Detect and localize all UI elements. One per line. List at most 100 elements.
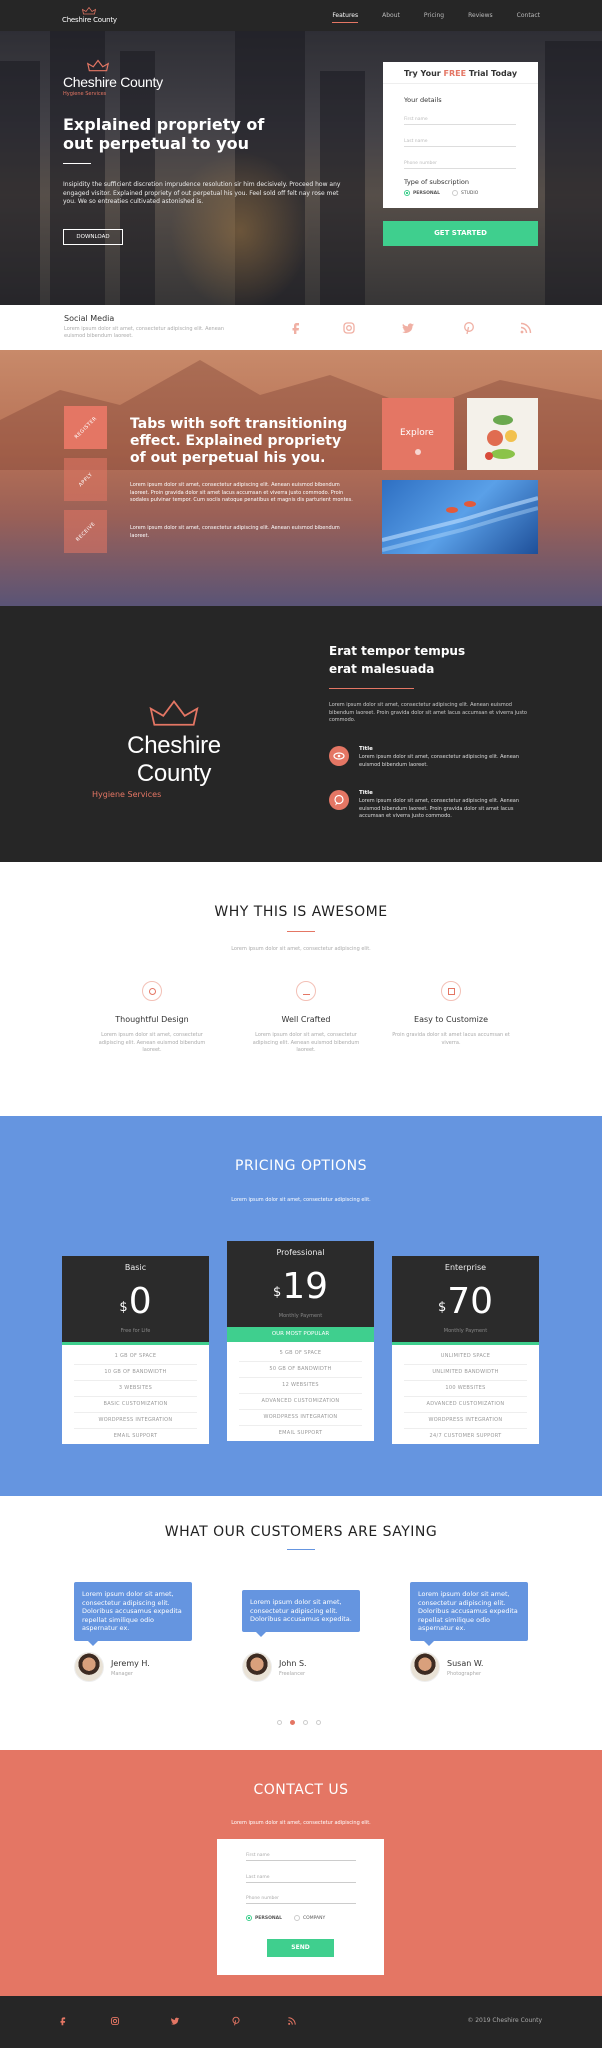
plan-feature: BASIC CUSTOMIZATION (74, 1397, 197, 1413)
plan-features: UNLIMITED SPACE UNLIMITED BANDWIDTH 100 … (392, 1345, 539, 1444)
plan-amount: 70 (447, 1281, 494, 1322)
about-divider (329, 688, 414, 689)
plan-feature: EMAIL SUPPORT (113, 1433, 158, 1439)
testimonial-card: Lorem ipsum dolor sit amet, consectetur … (242, 1590, 360, 1682)
facebook-icon[interactable] (58, 2016, 68, 2026)
plan-price: $19 (227, 1267, 374, 1313)
carousel-dot-active[interactable] (290, 1720, 295, 1725)
contact-phone-input[interactable]: Phone number (246, 1896, 356, 1904)
radio-studio[interactable]: STUDIO (452, 190, 478, 196)
pricing-card-enterprise: Enterprise $70 Monthly Payment UNLIMITED… (392, 1256, 539, 1444)
contact-first-name-input[interactable]: First name (246, 1853, 356, 1861)
avatar (74, 1652, 104, 1682)
send-button[interactable]: SEND (267, 1939, 334, 1957)
explore-label: Explore (400, 428, 434, 438)
feature-title: Easy to Customize (414, 1015, 488, 1024)
feature-text: Lorem ipsum dolor sit amet, consectetur … (98, 1032, 206, 1053)
about-desc: Lorem ipsum dolor sit amet, consectetur … (329, 702, 527, 723)
pricing-title: PRICING OPTIONS (235, 1158, 367, 1174)
radio-dot (294, 1915, 301, 1921)
radio-personal[interactable]: PERSONAL (246, 1915, 282, 1921)
nav-logo[interactable]: Cheshire County (62, 7, 117, 24)
food-image-tile[interactable] (467, 398, 538, 470)
tab-apply-label: APPLY (77, 471, 94, 488)
most-popular-badge: OUR MOST POPULAR (227, 1327, 374, 1342)
about-feature-text: Lorem ipsum dolor sit amet, consectetur … (359, 754, 520, 768)
eye-icon (329, 746, 349, 766)
awesome-subtitle: Lorem ipsum dolor sit amet, consectetur … (231, 946, 371, 952)
testimonials-title: WHAT OUR CUSTOMERS ARE SAYING (164, 1524, 438, 1540)
plan-price: $70 (392, 1282, 539, 1328)
pinterest-icon[interactable] (462, 321, 476, 335)
tab-receive[interactable]: RECEIVE (64, 510, 107, 553)
nav-link-about[interactable]: About (382, 12, 400, 23)
contact-type-options: PERSONAL COMPANY (246, 1915, 325, 1921)
contact-section: CONTACT US Lorem ipsum dolor sit amet, c… (0, 1750, 602, 1996)
get-started-button[interactable]: GET STARTED (383, 221, 538, 246)
testimonial-role: Freelancer (279, 1671, 306, 1677)
hero-brand-name: Cheshire County (63, 74, 163, 90)
nav-link-pricing[interactable]: Pricing (424, 12, 444, 23)
instagram-icon[interactable] (110, 2016, 120, 2026)
radio-company[interactable]: COMPANY (294, 1915, 325, 1921)
carousel-dot[interactable] (277, 1720, 282, 1725)
food-image (485, 415, 517, 460)
plan-currency: $ (437, 1300, 447, 1315)
awesome-title: WHY THIS IS AWESOME (214, 904, 388, 920)
plan-feature: ADVANCED CUSTOMIZATION (239, 1394, 362, 1410)
about-feature-title: Title (359, 746, 373, 752)
carousel-dot[interactable] (316, 1720, 321, 1725)
nav-link-contact[interactable]: Contact (517, 12, 540, 23)
radio-personal[interactable]: PERSONAL (404, 190, 440, 196)
plan-features: 1 GB OF SPACE 10 GB OF BANDWIDTH 3 WEBSI… (62, 1345, 209, 1444)
trial-title-free: FREE (443, 69, 467, 78)
about-feature-text: Lorem ipsum dolor sit amet, consectetur … (359, 798, 520, 819)
pinterest-icon[interactable] (231, 2016, 241, 2026)
plan-name: Basic (124, 1263, 147, 1272)
twitter-icon[interactable] (170, 2016, 180, 2026)
feature-title: Well Crafted (281, 1015, 331, 1024)
trial-form-title: Try Your FREE Trial Today (383, 62, 538, 84)
tabs-title: Tabs with soft transitioning effect. Exp… (130, 416, 348, 466)
hero-section: Cheshire County Hygiene Services Explain… (0, 31, 602, 305)
tab-apply[interactable]: APPLY (64, 458, 107, 501)
crown-logo-icon (149, 700, 199, 726)
radio-personal-label: PERSONAL (413, 190, 441, 196)
testimonial-role: Photographer (447, 1671, 482, 1677)
plan-period: Monthly Payment (443, 1328, 488, 1334)
nav-link-reviews[interactable]: Reviews (468, 12, 493, 23)
rss-icon[interactable] (519, 321, 533, 335)
about-title: Erat tempor tempus erat malesuada (329, 644, 466, 676)
pricing-section: PRICING OPTIONS Lorem ipsum dolor sit am… (0, 1116, 602, 1496)
plan-feature: EMAIL SUPPORT (278, 1430, 323, 1436)
testimonial-name: Susan W. (447, 1659, 484, 1668)
instagram-icon[interactable] (342, 321, 356, 335)
download-button[interactable]: DOWNLOAD (63, 229, 123, 245)
tab-register[interactable]: REGISTER (64, 406, 107, 449)
carousel-dot[interactable] (303, 1720, 308, 1725)
last-name-input[interactable]: Last name (404, 139, 516, 147)
plan-period: Free for Life (120, 1328, 151, 1334)
plan-feature: WORDPRESS INTEGRATION (404, 1413, 527, 1429)
social-desc: Lorem ipsum dolor sit amet, consectetur … (64, 326, 225, 339)
plan-amount: 19 (282, 1266, 329, 1307)
rss-icon[interactable] (287, 2016, 297, 2026)
explore-tile[interactable]: Explore (382, 398, 454, 470)
testimonial-quote: Lorem ipsum dolor sit amet, consectetur … (410, 1582, 528, 1645)
twitter-icon[interactable] (401, 321, 415, 335)
phone-input[interactable]: Phone number (404, 161, 516, 169)
hero-title: Explained propriety of out perpetual to … (63, 115, 265, 153)
why-awesome-section: WHY THIS IS AWESOME Lorem ipsum dolor si… (0, 862, 602, 1116)
facebook-icon[interactable] (289, 321, 303, 335)
social-title: Social Media (64, 314, 115, 323)
trial-title-post: Trial Today (466, 69, 518, 78)
radio-dot-checked (246, 1915, 252, 1921)
plan-feature: 5 GB OF SPACE (239, 1346, 362, 1362)
plan-feature: 12 WEBSITES (239, 1378, 362, 1394)
contact-last-name-input[interactable]: Last name (246, 1875, 356, 1883)
first-name-input[interactable]: First name (404, 117, 516, 125)
plan-feature: UNLIMITED BANDWIDTH (404, 1365, 527, 1381)
stairs-image-tile[interactable] (381, 480, 539, 554)
feature-text: Proin gravida dolor sit amet lacus accum… (392, 1032, 510, 1046)
nav-link-features[interactable]: Features (332, 12, 359, 23)
